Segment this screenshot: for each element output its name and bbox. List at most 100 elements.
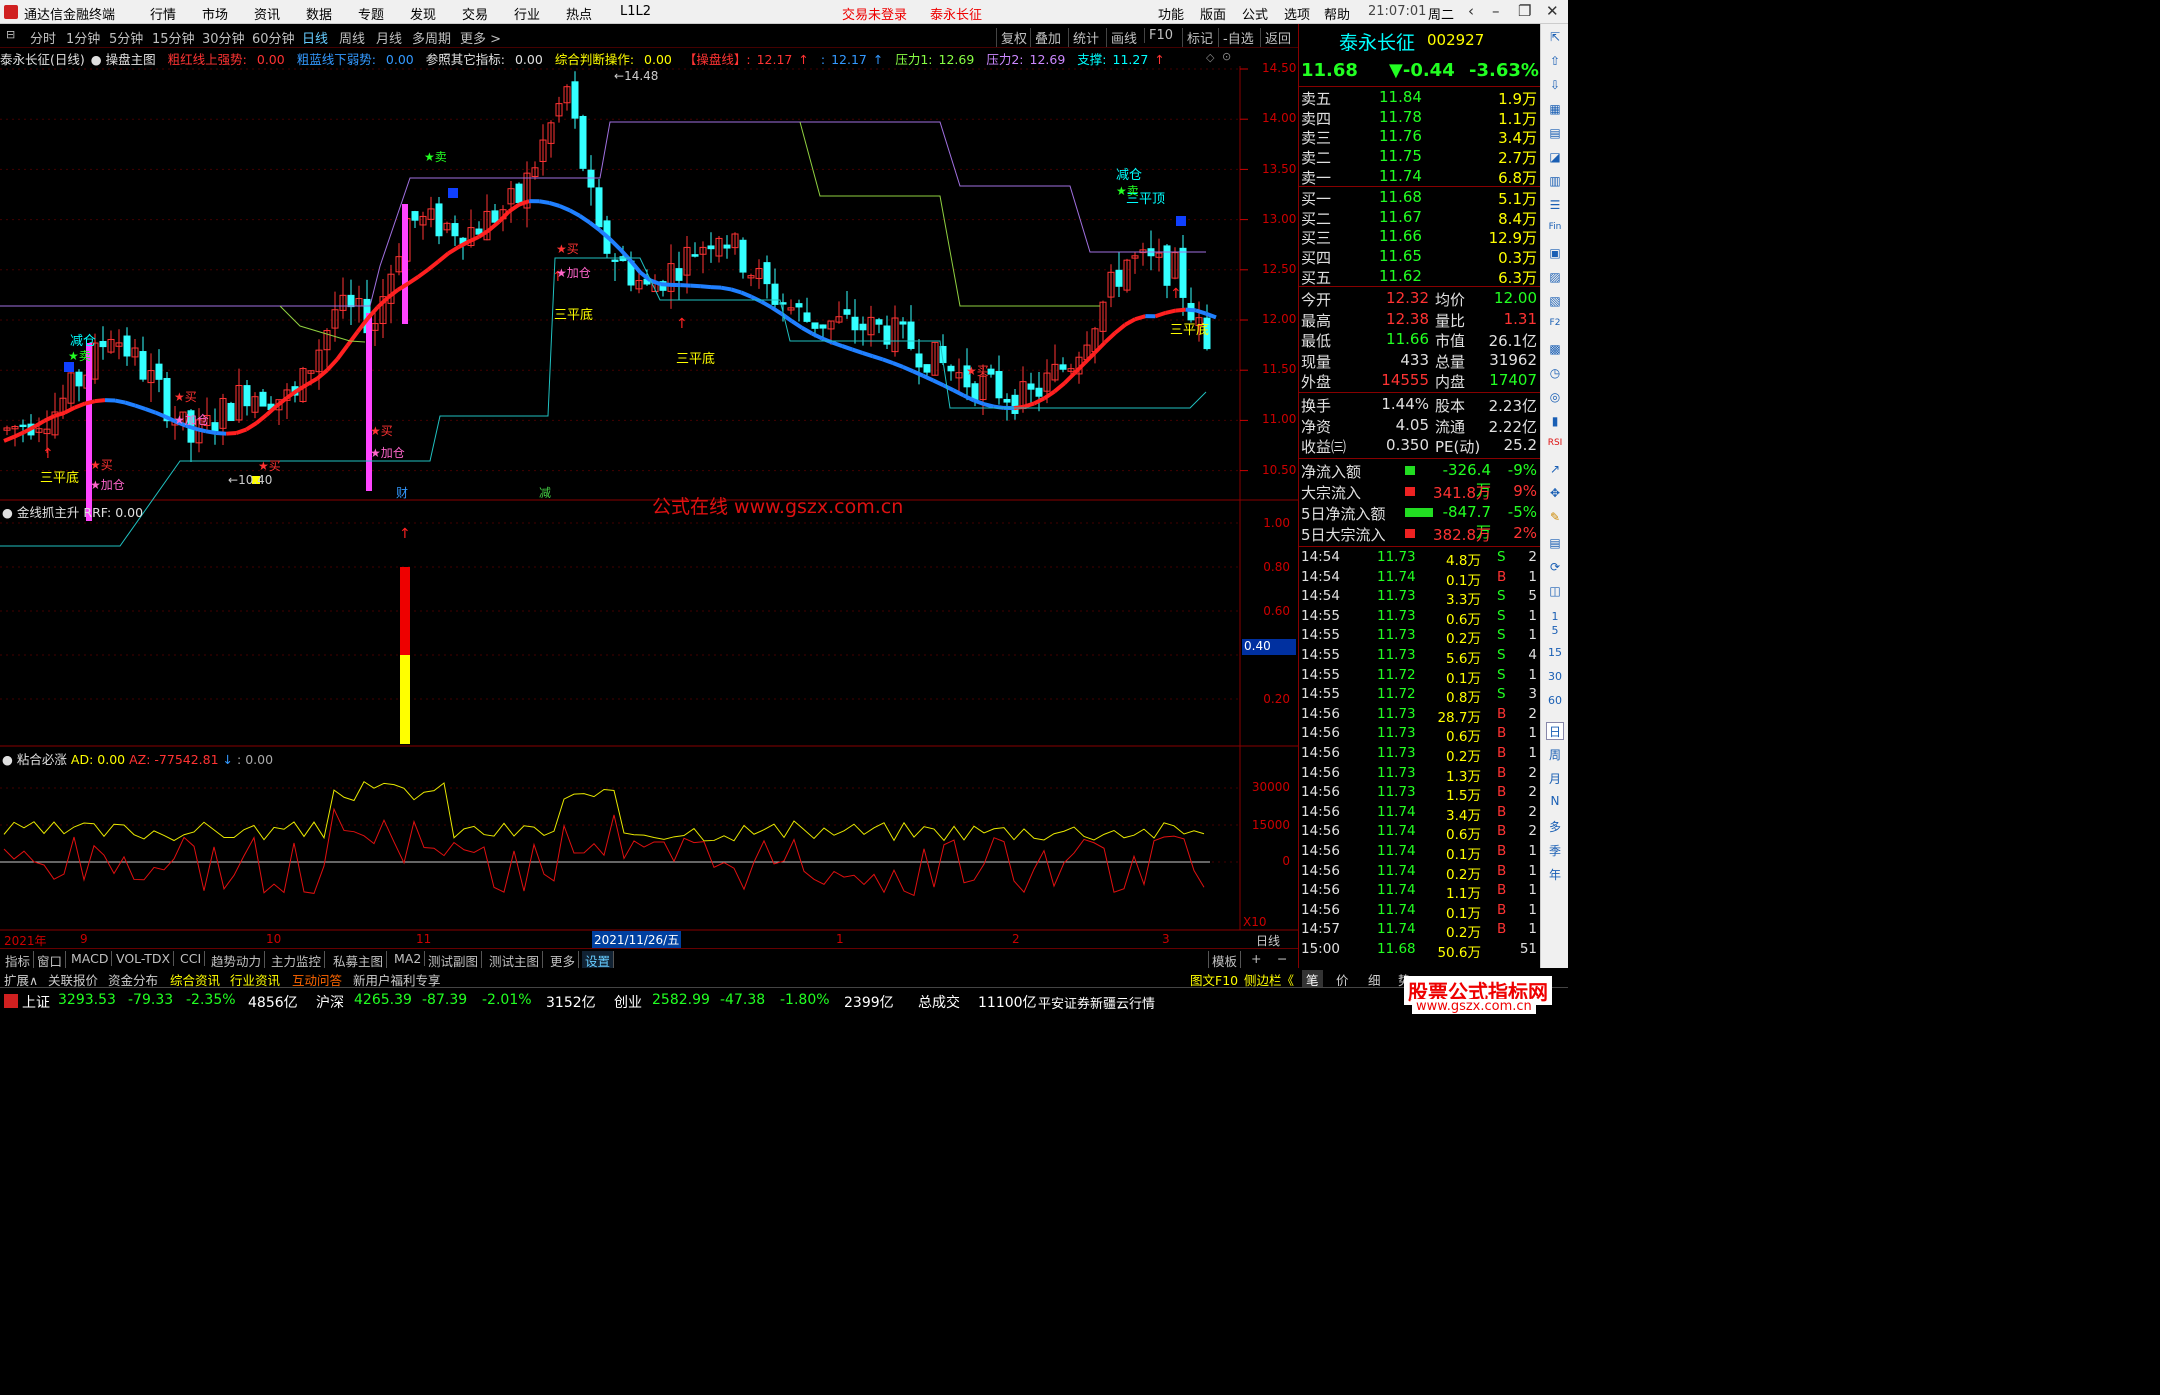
trade-row[interactable]: 14:56 11.74 0.2万 B 1 [1301, 863, 1539, 883]
ask-row[interactable]: 卖五 11.84 1.9万 [1301, 88, 1539, 108]
menu-item-quotes[interactable]: 行情 [150, 4, 176, 23]
grid-icon[interactable]: ▦ [1546, 102, 1564, 120]
stat-row[interactable]: 今开 12.32 均价 12.00 [1301, 289, 1539, 309]
menu-item-l1l2[interactable]: L1L2 [620, 4, 651, 19]
tab-intraday[interactable]: 分时 [30, 28, 56, 47]
line-chart-icon[interactable]: ◪ [1546, 150, 1564, 168]
period-n[interactable]: N [1546, 794, 1564, 812]
chart-area[interactable]: ↑ ↑ ↑ ↑ ↑ [0, 66, 1298, 946]
remove-watchlist-button[interactable]: -自选 [1218, 28, 1254, 47]
period-multi[interactable]: 多 [1546, 818, 1564, 836]
refresh-icon[interactable]: ⟳ [1546, 560, 1564, 578]
flow-row[interactable]: 5日大宗流入 382.8万 2% [1301, 524, 1539, 544]
stat-row[interactable]: 最低 11.66 市值 26.1亿 [1301, 330, 1539, 350]
remove-panel-button[interactable]: − [1274, 951, 1290, 966]
chart-icon[interactable]: ▨ [1546, 270, 1564, 288]
minimize-icon[interactable]: – [1492, 2, 1500, 20]
trade-row[interactable]: 14:54 11.74 0.1万 B 1 [1301, 569, 1539, 589]
tab-15min[interactable]: 15分钟 [152, 28, 195, 47]
period-month[interactable]: 月 [1546, 770, 1564, 788]
arrow-icon[interactable]: ↗ [1546, 462, 1564, 480]
trade-row[interactable]: 14:56 11.73 1.3万 B 2 [1301, 765, 1539, 785]
tab-ma2[interactable]: MA2 [391, 951, 426, 966]
draw-button[interactable]: 画线 [1106, 28, 1137, 47]
tab-more[interactable]: 更多 > [460, 28, 501, 47]
period-day[interactable]: 日 [1546, 722, 1564, 740]
flow-row[interactable]: 净流入额 -326.4万 -9% [1301, 461, 1539, 499]
tab-5min[interactable]: 5分钟 [109, 28, 143, 47]
clock-icon[interactable]: ◷ [1546, 366, 1564, 384]
block-icon[interactable]: ▩ [1546, 342, 1564, 360]
cy-index-name[interactable]: 创业 [614, 992, 642, 1012]
trade-row[interactable]: 14:55 11.73 0.6万 S 1 [1301, 608, 1539, 628]
panel-icon[interactable]: ▤ [1546, 536, 1564, 554]
candle-icon[interactable]: ▥ [1546, 174, 1564, 192]
period-30min[interactable]: 30 [1546, 670, 1564, 688]
scroll-down-icon[interactable]: ⇩ [1546, 78, 1564, 96]
menu-item-hot[interactable]: 热点 [566, 4, 592, 23]
stat-row[interactable]: 最高 12.38 量比 1.31 [1301, 310, 1539, 330]
fin-icon[interactable]: Fin [1546, 222, 1564, 240]
trade-row[interactable]: 14:54 11.73 3.3万 S 5 [1301, 588, 1539, 608]
flow-row[interactable]: 5日净流入额 -847.7万 -5% [1301, 503, 1539, 541]
trade-row[interactable]: 14:55 11.72 0.1万 S 1 [1301, 667, 1539, 687]
flow-row[interactable]: 大宗流入 341.8万 9% [1301, 482, 1539, 502]
stat-row[interactable]: 换手 1.44% 股本 2.23亿 [1301, 395, 1539, 415]
doc-icon[interactable]: ▣ [1546, 246, 1564, 264]
trade-row[interactable]: 14:56 11.74 0.6万 B 2 [1301, 823, 1539, 843]
close-icon[interactable]: ✕ [1546, 2, 1559, 20]
table-icon[interactable]: ▤ [1546, 126, 1564, 144]
sz-index-name[interactable]: 沪深 [316, 992, 344, 1012]
ask-row[interactable]: 卖二 11.75 2.7万 [1301, 147, 1539, 167]
tab-1min[interactable]: 1分钟 [66, 28, 100, 47]
stats-button[interactable]: 统计 [1068, 28, 1099, 47]
trade-row[interactable]: 14:57 11.74 0.2万 B 1 [1301, 921, 1539, 941]
trade-row[interactable]: 14:56 11.74 0.1万 B 1 [1301, 843, 1539, 863]
menu-item-discover[interactable]: 发现 [410, 4, 436, 23]
ask-row[interactable]: 卖一 11.74 6.8万 [1301, 167, 1539, 187]
sub1-name[interactable]: ● 金线抓主升 [2, 505, 79, 520]
menu-item-data[interactable]: 数据 [306, 4, 332, 23]
sh-index-name[interactable]: 上证 [22, 992, 50, 1012]
vol-icon[interactable]: ▮ [1546, 414, 1564, 432]
diamond-icon[interactable]: ◇ [1206, 51, 1214, 64]
pencil-icon[interactable]: ✎ [1546, 510, 1564, 528]
trade-row[interactable]: 14:54 11.73 4.8万 S 2 [1301, 549, 1539, 569]
period-15min[interactable]: 15 [1546, 646, 1564, 664]
menu-item-layout[interactable]: 版面 [1200, 4, 1226, 23]
scroll-up-icon[interactable]: ⇧ [1546, 54, 1564, 72]
add-panel-button[interactable]: + [1248, 951, 1264, 966]
trade-row[interactable]: 14:56 11.74 3.4万 B 2 [1301, 804, 1539, 824]
menu-item-news[interactable]: 资讯 [254, 4, 280, 23]
sub2-name[interactable]: ● 粘合必涨 [2, 752, 67, 767]
maximize-icon[interactable]: ❐ [1518, 2, 1531, 20]
trade-row[interactable]: 14:56 11.74 1.1万 B 1 [1301, 882, 1539, 902]
trade-row[interactable]: 14:55 11.73 5.6万 S 4 [1301, 647, 1539, 667]
tab-macd[interactable]: MACD [68, 951, 113, 966]
tab-30min[interactable]: 30分钟 [202, 28, 245, 47]
marker-reduce[interactable]: 减 [539, 484, 551, 501]
tab-multi-period[interactable]: 多周期 [412, 28, 451, 47]
menu-item-function[interactable]: 功能 [1158, 4, 1184, 23]
trade-row[interactable]: 14:56 11.73 28.7万 B 2 [1301, 706, 1539, 726]
tab-cci[interactable]: CCI [177, 951, 206, 966]
menu-item-market[interactable]: 市场 [202, 4, 228, 23]
period-year[interactable]: 年 [1546, 866, 1564, 884]
target-icon[interactable]: ◎ [1546, 390, 1564, 408]
news-icon[interactable]: ▧ [1546, 294, 1564, 312]
stat-row[interactable]: 外盘 14555 内盘 17407 [1301, 371, 1539, 391]
period-week[interactable]: 周 [1546, 746, 1564, 764]
trade-row[interactable]: 14:56 11.73 1.5万 B 2 [1301, 784, 1539, 804]
trade-row[interactable]: 15:00 11.68 50.6万 51 [1301, 941, 1539, 961]
trade-row[interactable]: 14:56 11.73 0.2万 B 1 [1301, 745, 1539, 765]
sidebar-toggle-icon[interactable]: ⇱ [1546, 30, 1564, 48]
marker-finance[interactable]: 财 [396, 484, 408, 501]
adjust-button[interactable]: 复权 [996, 28, 1027, 47]
overlay-button[interactable]: 叠加 [1030, 28, 1061, 47]
bid-row[interactable]: 买四 11.65 0.3万 [1301, 247, 1539, 267]
trade-row[interactable]: 14:56 11.74 0.1万 B 1 [1301, 902, 1539, 922]
menu-item-industry[interactable]: 行业 [514, 4, 540, 23]
ask-row[interactable]: 卖四 11.78 1.1万 [1301, 108, 1539, 128]
period-quarter[interactable]: 季 [1546, 842, 1564, 860]
trade-row[interactable]: 14:55 11.73 0.2万 S 1 [1301, 627, 1539, 647]
